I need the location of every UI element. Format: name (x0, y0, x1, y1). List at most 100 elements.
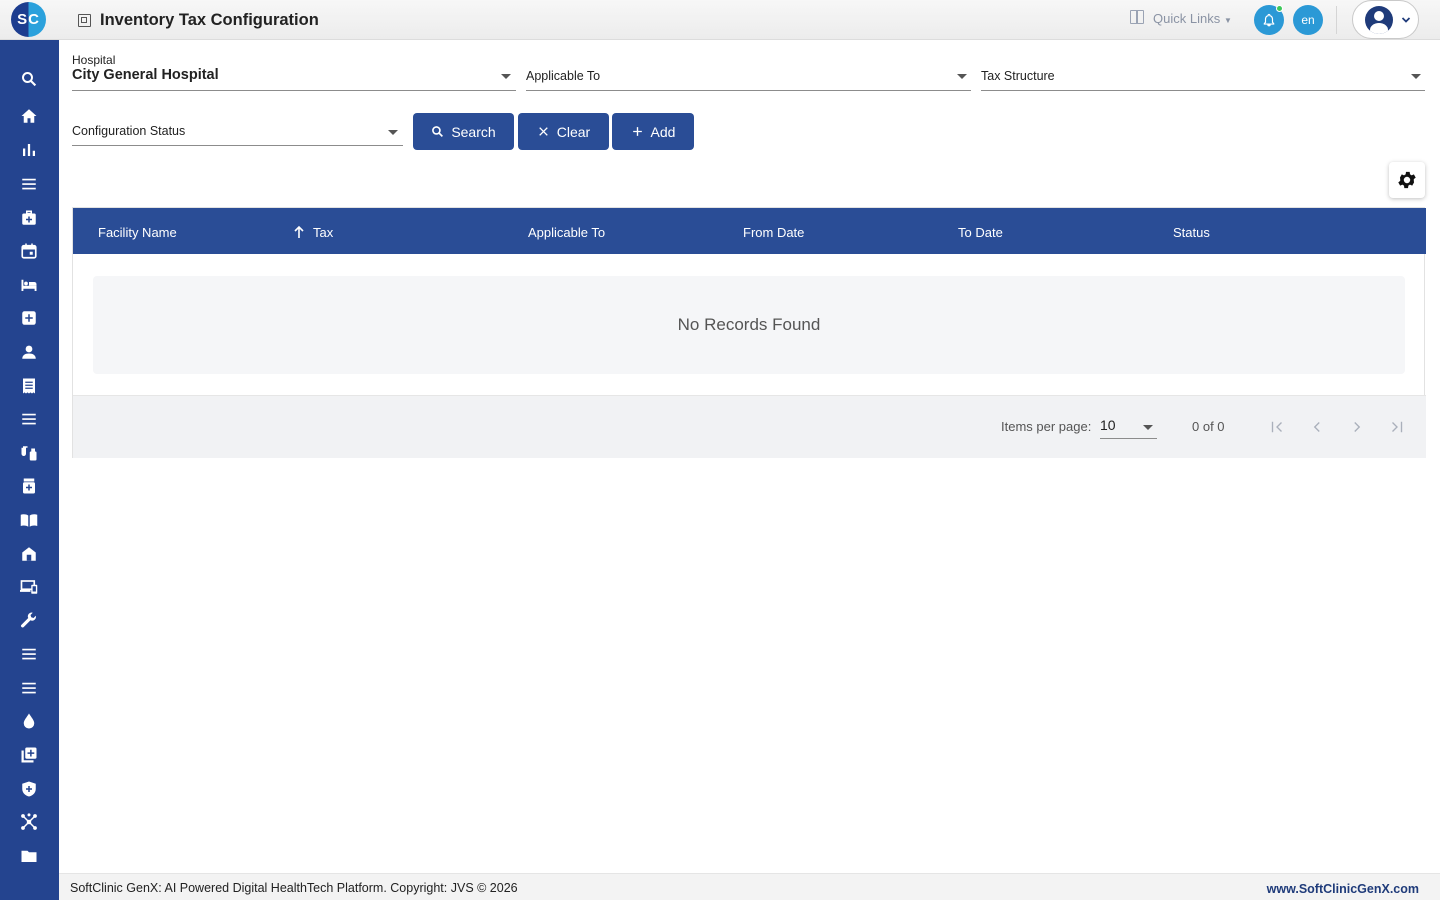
medical-plus-icon (22, 311, 36, 325)
close-icon (538, 127, 548, 136)
column-header-tax[interactable]: Tax (313, 225, 333, 240)
sidebar-item-store[interactable] (19, 544, 39, 564)
menu-icon (22, 648, 36, 660)
search-button[interactable]: Search (413, 113, 514, 150)
shield-icon (22, 781, 36, 797)
clear-button-label: Clear (556, 123, 591, 140)
user-menu-button[interactable] (1352, 0, 1419, 39)
bell-icon (1263, 13, 1275, 27)
plus-icon (632, 127, 642, 136)
sidebar-item-shield[interactable] (19, 779, 39, 799)
dropdown-arrow-icon (1143, 425, 1153, 430)
page-icon (78, 14, 91, 27)
medicine-bottle-icon (23, 478, 35, 494)
app-logo[interactable]: SC (11, 2, 46, 37)
sidebar-item-menu[interactable] (19, 409, 39, 429)
hospital-select[interactable]: Hospital City General Hospital (72, 52, 516, 91)
sidebar-item-medicine-bottle[interactable] (19, 476, 39, 496)
sidebar-item-calendar[interactable] (19, 241, 39, 261)
dropdown-arrow-icon (957, 74, 967, 79)
drop-icon (23, 713, 35, 729)
sidebar-item-bar-chart[interactable] (19, 140, 39, 160)
sidebar-item-medical-bag[interactable] (19, 208, 39, 228)
book-icon (20, 514, 38, 527)
sort-ascending-icon[interactable] (293, 225, 305, 239)
sidebar-item-lab[interactable] (19, 443, 39, 463)
sidebar-item-devices[interactable] (19, 577, 39, 597)
top-bar: SC Inventory Tax Configuration Quick Lin… (0, 0, 1440, 40)
menu-icon (22, 682, 36, 694)
person-icon (22, 345, 36, 359)
sidebar (0, 40, 59, 900)
notification-indicator (1276, 5, 1283, 12)
add-button[interactable]: Add (612, 113, 694, 150)
sidebar-item-menu[interactable] (19, 174, 39, 194)
hospital-value: City General Hospital (72, 67, 219, 83)
hub-icon (21, 813, 37, 830)
devices-icon (20, 580, 38, 594)
clear-button[interactable]: Clear (518, 113, 609, 150)
applicable-to-placeholder: Applicable To (526, 69, 601, 83)
lab-icon (21, 446, 37, 461)
items-per-page-value: 10 (1100, 417, 1116, 433)
sidebar-item-search[interactable] (19, 69, 39, 89)
chevron-right-icon (1354, 422, 1361, 432)
chevron-down-icon (1400, 14, 1412, 29)
page-range-label: 0 of 0 (1192, 419, 1225, 434)
applicable-to-select[interactable]: Applicable To (526, 62, 971, 91)
footer-website-link[interactable]: www.SoftClinicGenX.com (1267, 882, 1419, 896)
sidebar-item-add-library[interactable] (19, 745, 39, 765)
home-icon (21, 109, 37, 123)
previous-page-button[interactable] (1307, 417, 1327, 437)
column-header-from-date[interactable]: From Date (743, 225, 804, 240)
add-library-icon (21, 747, 37, 763)
avatar-icon (1365, 6, 1393, 34)
column-header-status[interactable]: Status (1173, 225, 1210, 240)
chevron-left-icon (1313, 422, 1320, 432)
first-page-icon (1271, 421, 1282, 433)
sidebar-item-medical-plus[interactable] (19, 308, 39, 328)
table-settings-button[interactable] (1389, 162, 1425, 198)
column-header-applicable-to[interactable]: Applicable To (528, 225, 605, 240)
language-button[interactable]: en (1293, 5, 1323, 35)
table-header: Facility Name Tax Applicable To From Dat… (73, 208, 1426, 254)
quick-links-button[interactable]: Quick Links (1153, 11, 1220, 26)
sidebar-item-bed[interactable] (19, 275, 39, 295)
last-page-button[interactable] (1387, 417, 1407, 437)
sidebar-item-hub[interactable] (19, 812, 39, 832)
sidebar-item-book[interactable] (19, 510, 39, 530)
gift-icon[interactable] (1130, 10, 1144, 24)
chevron-down-icon[interactable]: ▼ (1224, 16, 1232, 25)
configuration-status-select[interactable]: Configuration Status (72, 117, 403, 146)
sidebar-item-menu[interactable] (19, 678, 39, 698)
tax-structure-placeholder: Tax Structure (981, 69, 1055, 83)
items-per-page-select[interactable]: 10 (1100, 412, 1157, 439)
sidebar-item-home[interactable] (19, 106, 39, 126)
last-page-icon (1392, 421, 1403, 433)
bed-icon (21, 279, 37, 291)
sidebar-item-receipt[interactable] (19, 376, 39, 396)
store-icon (22, 547, 36, 561)
hospital-label: Hospital (72, 53, 116, 67)
tax-structure-select[interactable]: Tax Structure (981, 62, 1425, 91)
menu-icon (22, 178, 36, 190)
sidebar-item-menu[interactable] (19, 644, 39, 664)
sidebar-item-wrench[interactable] (19, 611, 39, 631)
calendar-icon (21, 243, 37, 259)
column-header-to-date[interactable]: To Date (958, 225, 1003, 240)
dropdown-arrow-icon (501, 74, 511, 79)
page-title: Inventory Tax Configuration (100, 11, 319, 29)
dropdown-arrow-icon (1411, 74, 1421, 79)
sidebar-item-folder[interactable] (19, 846, 39, 866)
sidebar-item-drop[interactable] (19, 711, 39, 731)
next-page-button[interactable] (1347, 417, 1367, 437)
footer-copyright: SoftClinic GenX: AI Powered Digital Heal… (70, 881, 518, 895)
first-page-button[interactable] (1267, 417, 1287, 437)
column-header-facility-name[interactable]: Facility Name (98, 225, 177, 240)
receipt-icon (23, 378, 35, 394)
sidebar-item-person[interactable] (19, 342, 39, 362)
add-button-label: Add (650, 123, 676, 140)
menu-icon (22, 413, 36, 425)
medical-bag-icon (22, 210, 36, 225)
gear-icon (1398, 171, 1416, 189)
